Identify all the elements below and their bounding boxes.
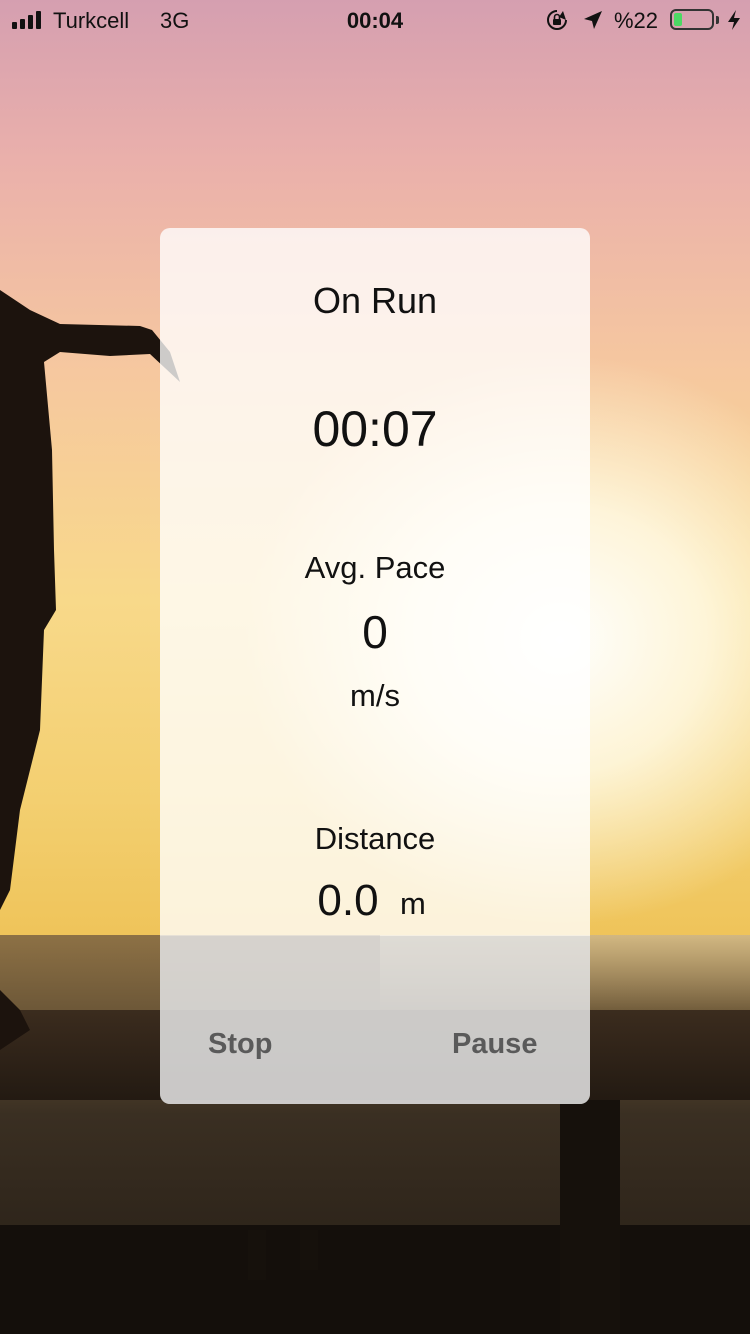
battery-icon <box>670 9 714 30</box>
background-pier-lower <box>0 1225 750 1334</box>
orientation-lock-icon <box>547 10 567 30</box>
status-bar: Turkcell 3G 00:04 %22 <box>0 0 750 40</box>
distance-unit: m <box>400 886 426 921</box>
run-card: On Run 00:07 Avg. Pace 0 m/s Distance 0.… <box>160 228 590 1104</box>
background-post <box>560 1100 620 1334</box>
avg-pace-label: Avg. Pace <box>304 550 446 585</box>
charging-bolt-icon <box>728 10 740 30</box>
avg-pace-value: 0 <box>362 606 388 658</box>
battery-percent: %22 <box>614 8 659 33</box>
pause-button[interactable]: Pause <box>452 1028 537 1061</box>
distance-label: Distance <box>314 821 436 856</box>
elapsed-timer: 00:07 <box>312 401 438 457</box>
distance-value: 0.0 <box>317 876 379 925</box>
stop-button[interactable]: Stop <box>208 1028 272 1061</box>
location-arrow-icon <box>584 11 602 29</box>
background-post <box>248 1230 266 1280</box>
battery-tip <box>716 16 719 24</box>
avg-pace-unit: m/s <box>350 678 400 713</box>
run-title: On Run <box>312 280 438 321</box>
card-footer <box>160 936 590 1104</box>
battery-level-fill <box>674 13 682 26</box>
background-post <box>300 1230 318 1270</box>
